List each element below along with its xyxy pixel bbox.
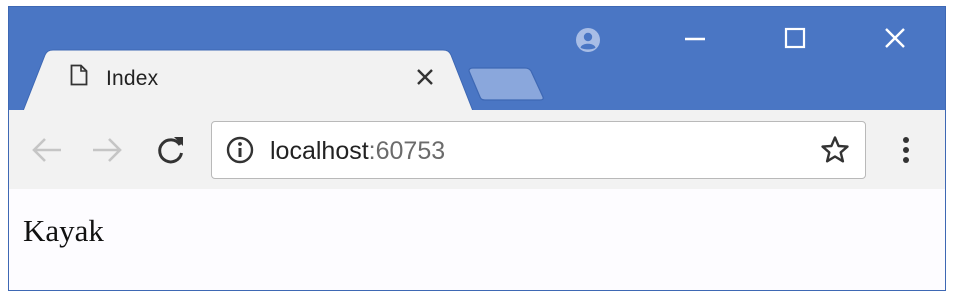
minimize-icon xyxy=(683,26,707,55)
close-icon xyxy=(883,26,907,55)
profile-icon[interactable] xyxy=(575,27,601,53)
document-icon xyxy=(70,64,88,86)
reload-button[interactable] xyxy=(153,134,189,170)
tab-title: Index xyxy=(106,67,159,90)
browser-menu-button[interactable] xyxy=(891,134,921,170)
page-text: Kayak xyxy=(23,213,104,248)
arrow-right-icon xyxy=(90,135,124,170)
reload-icon xyxy=(155,134,187,171)
url-port: :60753 xyxy=(368,137,446,165)
maximize-icon xyxy=(783,26,807,55)
address-bar[interactable]: localhost:60753 xyxy=(211,121,866,179)
close-window-button[interactable] xyxy=(875,20,915,60)
maximize-button[interactable] xyxy=(775,20,815,60)
url-text: localhost:60753 xyxy=(270,137,445,165)
minimize-button[interactable] xyxy=(675,20,715,60)
star-icon[interactable] xyxy=(820,135,850,165)
arrow-left-icon xyxy=(30,135,64,170)
new-tab-button[interactable] xyxy=(467,67,545,101)
more-vertical-icon xyxy=(902,136,910,169)
info-icon[interactable] xyxy=(226,136,254,164)
browser-window: Index localhost:60753 Kayak xyxy=(8,6,946,291)
url-host: localhost xyxy=(270,137,369,165)
back-button[interactable] xyxy=(29,134,65,170)
toolbar: localhost:60753 xyxy=(9,110,945,190)
tab-index[interactable]: Index xyxy=(23,49,473,111)
forward-button[interactable] xyxy=(89,134,125,170)
page-content: Kayak xyxy=(9,189,945,290)
tab-close-button[interactable] xyxy=(413,65,437,89)
